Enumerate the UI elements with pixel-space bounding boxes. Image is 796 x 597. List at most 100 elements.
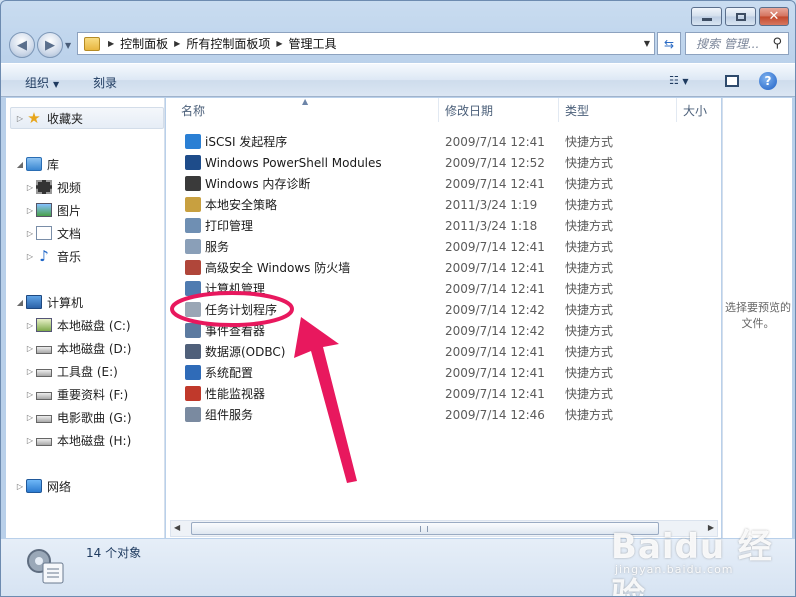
sidebar-label: 本地磁盘 (D:)	[57, 341, 132, 356]
chevron-down-icon: ▼	[682, 77, 689, 86]
expand-arrow-icon[interactable]: ▷	[24, 367, 36, 376]
command-bar: 组织 ▼ 刻录 ☷ ▼ ?	[1, 63, 795, 97]
video-icon	[36, 180, 52, 194]
sidebar-item-drive-g[interactable]: ▷ 电影歌曲 (G:)	[24, 407, 132, 427]
file-row[interactable]: 事件查看器 2009/7/14 12:42 快捷方式	[181, 320, 711, 341]
breadcrumb-control-panel[interactable]: 控制面板	[120, 35, 168, 52]
sidebar-item-documents[interactable]: ▷ 文档	[24, 223, 81, 243]
burn-button[interactable]: 刻录	[93, 74, 117, 91]
collapse-arrow-icon[interactable]: ◢	[14, 298, 26, 307]
forward-button[interactable]: ▶	[37, 32, 63, 58]
file-row[interactable]: 本地安全策略 2011/3/24 1:19 快捷方式	[181, 194, 711, 215]
file-row[interactable]: 任务计划程序 2009/7/14 12:42 快捷方式	[181, 299, 711, 320]
sidebar-item-drive-h[interactable]: ▷ 本地磁盘 (H:)	[24, 430, 131, 450]
shortcut-icon	[185, 176, 201, 191]
address-bar[interactable]: ▶ 控制面板 ▶ 所有控制面板项 ▶ 管理工具 ▼	[77, 32, 655, 55]
file-row[interactable]: 计算机管理 2009/7/14 12:41 快捷方式	[181, 278, 711, 299]
expand-arrow-icon[interactable]: ▷	[14, 482, 26, 491]
sidebar-item-favorites[interactable]: ▷ ★ 收藏夹	[14, 108, 83, 128]
expand-arrow-icon[interactable]: ▷	[24, 206, 36, 215]
sidebar-item-music[interactable]: ▷ ♪ 音乐	[24, 246, 81, 266]
breadcrumb-all-items[interactable]: 所有控制面板项	[186, 35, 270, 52]
shortcut-icon	[185, 155, 201, 170]
shortcut-icon	[185, 281, 201, 296]
file-row[interactable]: Windows 内存诊断 2009/7/14 12:41 快捷方式	[181, 173, 711, 194]
maximize-button[interactable]	[725, 7, 756, 26]
file-type: 快捷方式	[565, 282, 614, 296]
picture-icon	[36, 203, 52, 217]
expand-arrow-icon[interactable]: ▷	[24, 390, 36, 399]
close-button[interactable]: ✕	[759, 7, 789, 26]
sidebar-item-network[interactable]: ▷ 网络	[14, 476, 71, 496]
sidebar-item-drive-e[interactable]: ▷ 工具盘 (E:)	[24, 361, 118, 381]
shortcut-icon	[185, 407, 201, 422]
file-row[interactable]: 性能监视器 2009/7/14 12:41 快捷方式	[181, 383, 711, 404]
forward-arrow-icon: ▶	[45, 37, 55, 53]
sidebar-item-videos[interactable]: ▷ 视频	[24, 177, 81, 197]
breadcrumb-admin-tools[interactable]: 管理工具	[289, 35, 337, 52]
file-name: 组件服务	[205, 408, 254, 422]
expand-arrow-icon[interactable]: ▷	[24, 252, 36, 261]
file-row[interactable]: 服务 2009/7/14 12:41 快捷方式	[181, 236, 711, 257]
column-header-date[interactable]: 修改日期	[439, 98, 559, 122]
file-type: 快捷方式	[565, 366, 614, 380]
sidebar-item-drive-f[interactable]: ▷ 重要资料 (F:)	[24, 384, 128, 404]
file-row[interactable]: Windows PowerShell Modules 2009/7/14 12:5…	[181, 152, 711, 173]
sidebar-label: 本地磁盘 (C:)	[57, 318, 131, 333]
breadcrumb-separator-icon[interactable]: ▶	[174, 39, 180, 48]
file-name: Windows PowerShell Modules	[205, 155, 382, 170]
file-type: 快捷方式	[565, 219, 614, 233]
file-row[interactable]: 组件服务 2009/7/14 12:46 快捷方式	[181, 404, 711, 425]
library-icon	[26, 157, 42, 171]
file-row[interactable]: 系统配置 2009/7/14 12:41 快捷方式	[181, 362, 711, 383]
explorer-window: ✕ ◀ ▶ ▼ ▶ 控制面板 ▶ 所有控制面板项 ▶ 管理工具 ▼ ⇆ 搜索 管…	[0, 0, 796, 597]
shortcut-icon	[185, 344, 201, 359]
sidebar-item-computer[interactable]: ◢ 计算机	[14, 292, 83, 312]
file-date: 2009/7/14 12:41	[445, 365, 545, 380]
recent-pages-dropdown[interactable]: ▼	[65, 41, 71, 50]
back-button[interactable]: ◀	[9, 32, 35, 58]
file-type: 快捷方式	[565, 408, 614, 422]
close-icon: ✕	[768, 9, 780, 24]
search-icon[interactable]: ⚲	[772, 36, 782, 51]
minimize-icon	[701, 18, 712, 21]
sidebar-label: 图片	[57, 203, 82, 218]
sidebar-item-pictures[interactable]: ▷ 图片	[24, 200, 81, 220]
refresh-button[interactable]: ⇆	[657, 32, 681, 55]
search-input[interactable]: 搜索 管理... ⚲	[685, 32, 789, 55]
file-type: 快捷方式	[565, 303, 614, 317]
address-dropdown-icon[interactable]: ▼	[644, 39, 650, 48]
expand-arrow-icon[interactable]: ▷	[24, 229, 36, 238]
expand-arrow-icon[interactable]: ▷	[24, 344, 36, 353]
file-row[interactable]: 高级安全 Windows 防火墙 2009/7/14 12:41 快捷方式	[181, 257, 711, 278]
expand-arrow-icon[interactable]: ▷	[24, 413, 36, 422]
scrollbar-thumb[interactable]	[191, 522, 659, 535]
sidebar-label: 网络	[47, 479, 72, 494]
sidebar-item-drive-d[interactable]: ▷ 本地磁盘 (D:)	[24, 338, 132, 358]
organize-button[interactable]: 组织 ▼	[25, 74, 59, 91]
control-panel-icon	[84, 36, 100, 51]
sidebar-item-drive-c[interactable]: ▷ 本地磁盘 (C:)	[24, 315, 131, 335]
expand-arrow-icon[interactable]: ▷	[24, 183, 36, 192]
system-drive-icon	[36, 318, 52, 332]
expand-arrow-icon[interactable]: ▷	[24, 436, 36, 445]
file-date: 2011/3/24 1:18	[445, 218, 538, 233]
column-header-name[interactable]: 名称	[181, 98, 439, 122]
scroll-left-icon[interactable]: ◀	[174, 523, 180, 532]
file-row[interactable]: 数据源(ODBC) 2009/7/14 12:41 快捷方式	[181, 341, 711, 362]
breadcrumb-separator-icon: ▶	[108, 39, 115, 48]
expand-arrow-icon[interactable]: ▷	[14, 114, 26, 123]
navigation-bar: ◀ ▶ ▼ ▶ 控制面板 ▶ 所有控制面板项 ▶ 管理工具 ▼ ⇆ 搜索 管理.…	[1, 29, 795, 61]
column-header-type[interactable]: 类型	[559, 98, 677, 122]
collapse-arrow-icon[interactable]: ◢	[14, 160, 26, 169]
column-header-size[interactable]: 大小	[677, 98, 717, 122]
minimize-button[interactable]	[691, 7, 722, 26]
file-row[interactable]: 打印管理 2011/3/24 1:18 快捷方式	[181, 215, 711, 236]
sidebar-item-libraries[interactable]: ◢ 库	[14, 154, 59, 174]
preview-pane-button[interactable]	[725, 75, 739, 87]
help-button[interactable]: ?	[759, 72, 777, 90]
file-row[interactable]: iSCSI 发起程序 2009/7/14 12:41 快捷方式	[181, 131, 711, 152]
expand-arrow-icon[interactable]: ▷	[24, 321, 36, 330]
breadcrumb-separator-icon[interactable]: ▶	[276, 39, 282, 48]
view-options-button[interactable]: ☷ ▼	[669, 74, 709, 87]
